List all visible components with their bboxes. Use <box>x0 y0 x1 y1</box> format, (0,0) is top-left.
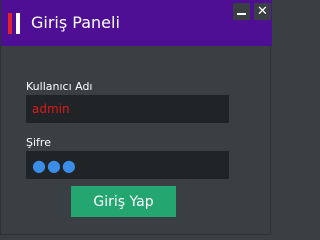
logo-white-bar <box>16 13 20 34</box>
login-window: Giriş Paneli ✕ Kullanıcı Adı Şifre Giriş… <box>0 0 272 235</box>
username-field[interactable] <box>26 95 229 123</box>
window-title: Giriş Paneli <box>31 13 120 32</box>
logo-red-bar <box>8 13 12 34</box>
login-button[interactable]: Giriş Yap <box>71 186 176 217</box>
minimize-button[interactable] <box>233 3 250 20</box>
minimize-icon <box>237 13 246 15</box>
close-button[interactable]: ✕ <box>254 3 271 20</box>
password-label: Şifre <box>26 136 51 149</box>
app-logo-icon <box>8 13 22 34</box>
username-label: Kullanıcı Adı <box>26 80 93 93</box>
title-bar[interactable]: Giriş Paneli ✕ <box>1 0 272 46</box>
password-field[interactable] <box>26 151 229 179</box>
close-icon: ✕ <box>257 4 268 19</box>
